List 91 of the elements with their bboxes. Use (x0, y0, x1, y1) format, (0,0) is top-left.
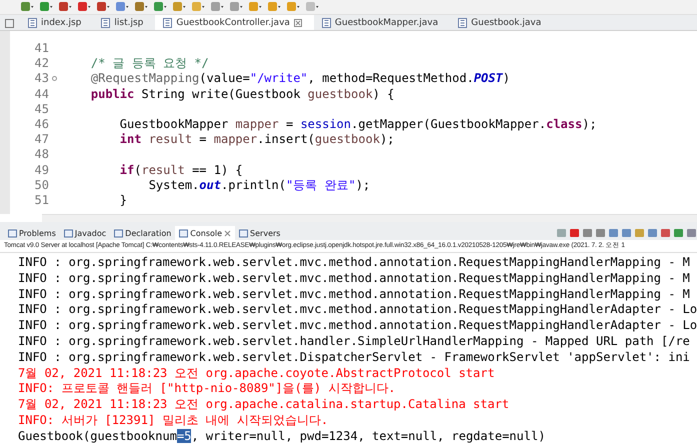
toolbar-icon[interactable] (134, 1, 148, 13)
console-toolbar-icon[interactable] (660, 228, 671, 238)
console-line: 7월 02, 2021 11:18:23 오전 org.apache.catalina.startup.Catalina start (18, 397, 510, 413)
code-line: System.out.println("등록 완료"); (148, 178, 370, 193)
tab-label: Problems (19, 228, 56, 238)
console-toolbar-icon[interactable] (569, 228, 580, 238)
fold-icon[interactable] (52, 76, 57, 82)
toolbar-icon[interactable] (77, 1, 91, 13)
view-icon (179, 228, 188, 238)
console-line: 7월 02, 2021 11:18:23 오전 org.apache.coyote.AbstractProtocol start (18, 366, 496, 382)
tab-label: list.jsp (114, 18, 144, 28)
tab-label: Javadoc (74, 228, 106, 238)
console-line: INFO: 프로토콜 핸들러 ["http-nio-8089"]을(를) 시작합니다. (18, 381, 397, 398)
view-icon (114, 228, 124, 238)
code-line: } (118, 192, 128, 208)
close-icon[interactable] (224, 230, 232, 236)
toolbar-icon[interactable] (267, 1, 281, 13)
console-toolbar-icon[interactable] (673, 228, 684, 238)
editor-tab[interactable]: GuestbookController.java (155, 15, 314, 30)
file-icon (101, 18, 110, 28)
close-icon[interactable] (294, 18, 302, 26)
line-number: 50 (34, 178, 50, 193)
tab-label: Console (190, 228, 222, 238)
horizontal-scrollbar[interactable] (42, 214, 697, 222)
console-line: Guestbook(guestbooknum=5, writer=null, pwd=1234, text=null, regdate=null) (18, 428, 546, 445)
file-icon (322, 18, 331, 28)
console-line: INFO : org.springframework.web.servlet.DispatcherServlet - FrameworkServlet 'appServlet': ini (18, 350, 691, 366)
console-line: INFO : org.springframework.web.servlet.mvc.method.annotation.RequestMappingHandlerMapping - M (18, 286, 691, 302)
tab-label: index.jsp (41, 18, 82, 28)
tab-label: GuestbookController.java (176, 18, 290, 28)
toolbar-icon[interactable] (39, 1, 53, 13)
editor-tab[interactable]: index.jsp (20, 15, 94, 30)
view-tab[interactable]: Console (175, 226, 236, 240)
code-line: /* 글 등록 요청 */ (90, 56, 209, 72)
line-number: 45 (34, 102, 50, 117)
line-number: 46 (34, 116, 50, 132)
toolbar-icon[interactable] (153, 1, 167, 13)
tab-label: Guestbook.java (471, 18, 542, 28)
console-line: INFO : org.springframework.web.servlet.mvc.method.annotation.RequestMappingHandlerAdapter - Lo (18, 318, 697, 334)
view-tab[interactable]: Servers (235, 226, 284, 240)
toolbar-icon[interactable] (96, 1, 110, 13)
editor-tab[interactable]: list.jsp (93, 15, 156, 30)
editor-tab[interactable]: Guestbook.java (450, 15, 554, 30)
file-icon (458, 18, 468, 28)
toolbar-icon[interactable] (172, 1, 186, 13)
view-tab[interactable]: Javadoc (60, 226, 110, 240)
console-toolbar-icon[interactable] (595, 228, 606, 238)
code-line: GuestbookMapper mapper = session.getMapper(GuestbookMapper.class); (118, 116, 597, 132)
file-icon (163, 18, 172, 28)
console-line: INFO : org.springframework.web.servlet.mvc.method.annotation.RequestMappingHandlerMapping - M (18, 255, 691, 271)
console-toolbar-icon[interactable] (647, 228, 658, 238)
toolbar-icon[interactable] (286, 1, 300, 13)
line-number: 41 (34, 41, 50, 56)
code-line: public String write(Guestbook guestbook) { (90, 86, 394, 102)
minimize-icon[interactable] (5, 19, 14, 28)
toolbar-icon[interactable] (210, 1, 224, 13)
console-line: INFO : org.springframework.web.servlet.handler.SimpleUrlHandlerMapping - Mapped URL path [/re (18, 334, 691, 350)
view-icon (64, 228, 73, 238)
line-number: 49 (34, 162, 50, 178)
console-line: INFO : org.springframework.web.servlet.mvc.method.annotation.RequestMappingHandlerAdapter - Lo (18, 302, 697, 318)
line-number: 51 (34, 192, 50, 208)
toolbar-icon[interactable] (248, 1, 262, 13)
toolbar-icon[interactable] (115, 1, 129, 13)
console-toolbar-icon[interactable] (582, 228, 593, 238)
console-toolbar-icon[interactable] (686, 228, 697, 238)
code-line: @RequestMapping(value="/write", method=RequestMethod.POST) (90, 71, 510, 87)
console-toolbar-icon[interactable] (621, 228, 632, 238)
toolbar-icon[interactable] (229, 1, 243, 13)
tab-label: GuestbookMapper.java (334, 18, 438, 28)
line-number: 48 (34, 147, 50, 162)
code-line: int result = mapper.insert(guestbook); (118, 132, 394, 148)
line-number: 47 (34, 132, 50, 148)
console-line: INFO: 서버가 [12391] 밀리초 내에 시작되었습니다. (18, 412, 330, 429)
console-line: INFO : org.springframework.web.servlet.mvc.method.annotation.RequestMappingHandlerMapping - M (18, 270, 691, 287)
view-tab[interactable]: Problems (4, 226, 60, 240)
line-number: 42 (34, 56, 50, 72)
tab-label: Servers (250, 228, 280, 238)
toolbar-icon[interactable] (20, 1, 34, 13)
view-icon (239, 228, 248, 238)
code-line: if(result == 1) { (118, 162, 243, 178)
console-toolbar-icon[interactable] (634, 228, 645, 238)
editor-tab[interactable]: GuestbookMapper.java (314, 15, 450, 30)
file-icon (28, 18, 37, 28)
line-number: 44 (34, 86, 50, 102)
line-number: 43 (34, 71, 50, 87)
console-toolbar-icon[interactable] (608, 228, 619, 238)
console-toolbar-icon[interactable] (556, 228, 567, 238)
view-icon (8, 228, 17, 238)
view-tab[interactable]: Declaration (110, 226, 176, 240)
toolbar-icon[interactable] (58, 1, 72, 13)
tab-label: Declaration (125, 228, 172, 238)
